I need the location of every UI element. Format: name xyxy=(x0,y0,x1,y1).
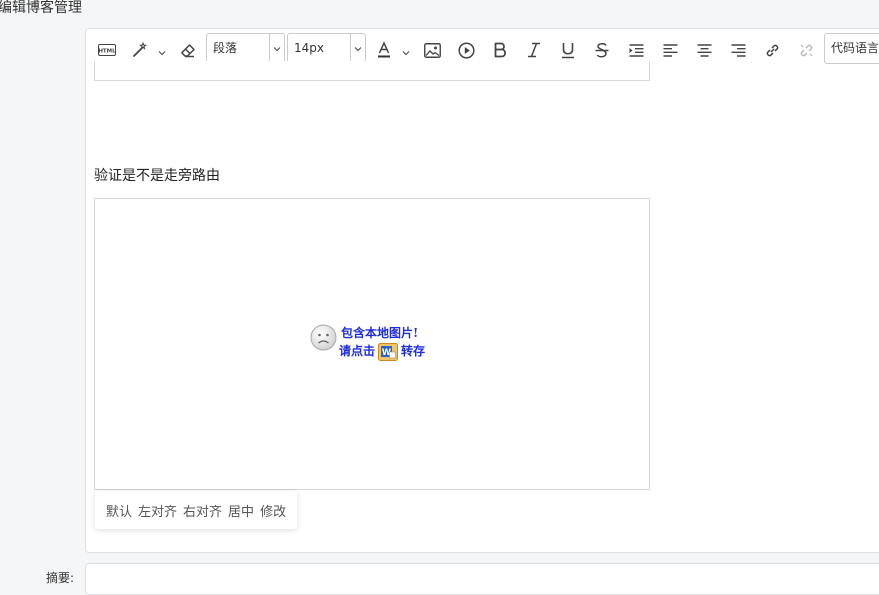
align-default-option[interactable]: 默认 xyxy=(103,501,135,520)
font-color-icon[interactable] xyxy=(374,38,394,62)
html-icon[interactable]: HTML xyxy=(96,38,118,62)
chevron-down-icon[interactable] xyxy=(401,43,411,56)
align-left-option[interactable]: 左对齐 xyxy=(135,501,180,520)
summary-label: 摘要: xyxy=(46,571,75,585)
code-language-select[interactable]: 代码语言 xyxy=(824,33,879,64)
eraser-icon[interactable] xyxy=(177,38,199,62)
align-center-icon[interactable] xyxy=(693,38,715,62)
image-frame[interactable]: 包含本地图片! 请点击 W 转存 xyxy=(94,198,650,490)
chevron-down-icon xyxy=(269,34,284,63)
align-left-icon[interactable] xyxy=(659,38,681,62)
word-icon[interactable]: W xyxy=(378,342,399,361)
paragraph-select[interactable]: 段落 xyxy=(206,33,285,64)
strikethrough-icon[interactable] xyxy=(591,38,613,62)
align-center-option[interactable]: 居中 xyxy=(225,501,257,520)
summary-input[interactable] xyxy=(85,563,879,595)
magic-wand-icon[interactable] xyxy=(129,38,151,62)
svg-text:HTML: HTML xyxy=(98,49,116,55)
align-right-icon[interactable] xyxy=(727,38,749,62)
placeholder-line2: 请点击 W 转存 xyxy=(339,342,425,361)
align-right-option[interactable]: 右对齐 xyxy=(180,501,225,520)
video-icon[interactable] xyxy=(455,38,477,62)
bold-icon[interactable] xyxy=(489,38,511,62)
editor-content[interactable]: 验证是不是走旁路由 包含本地图片! 请点击 W 转存 默认 左对齐 右对齐 居中 修… xyxy=(86,61,879,552)
sad-face-icon xyxy=(310,324,337,355)
placeholder-line1: 包含本地图片! xyxy=(341,326,419,340)
indent-icon[interactable] xyxy=(625,38,647,62)
edit-image-option[interactable]: 修改 xyxy=(257,501,289,520)
font-size-select[interactable]: 14px xyxy=(287,33,366,64)
unlink-icon[interactable] xyxy=(795,38,817,62)
rich-text-editor: HTML 段落 14px 代码语言 验证是不是走旁路由 包含本地图片! 请点击 … xyxy=(85,28,879,553)
image-align-menu: 默认 左对齐 右对齐 居中 修改 xyxy=(95,491,298,529)
local-image-placeholder: 包含本地图片! 请点击 W 转存 xyxy=(310,323,440,361)
page-title: 编辑博客管理 xyxy=(0,0,82,16)
chevron-down-icon xyxy=(350,34,365,63)
underline-icon[interactable] xyxy=(557,38,579,62)
chevron-down-icon[interactable] xyxy=(157,43,167,56)
italic-icon[interactable] xyxy=(523,38,545,62)
link-icon[interactable] xyxy=(761,38,783,62)
previous-image-frame xyxy=(94,61,650,81)
image-icon[interactable] xyxy=(421,38,443,62)
paragraph-text: 验证是不是走旁路由 xyxy=(94,168,220,184)
